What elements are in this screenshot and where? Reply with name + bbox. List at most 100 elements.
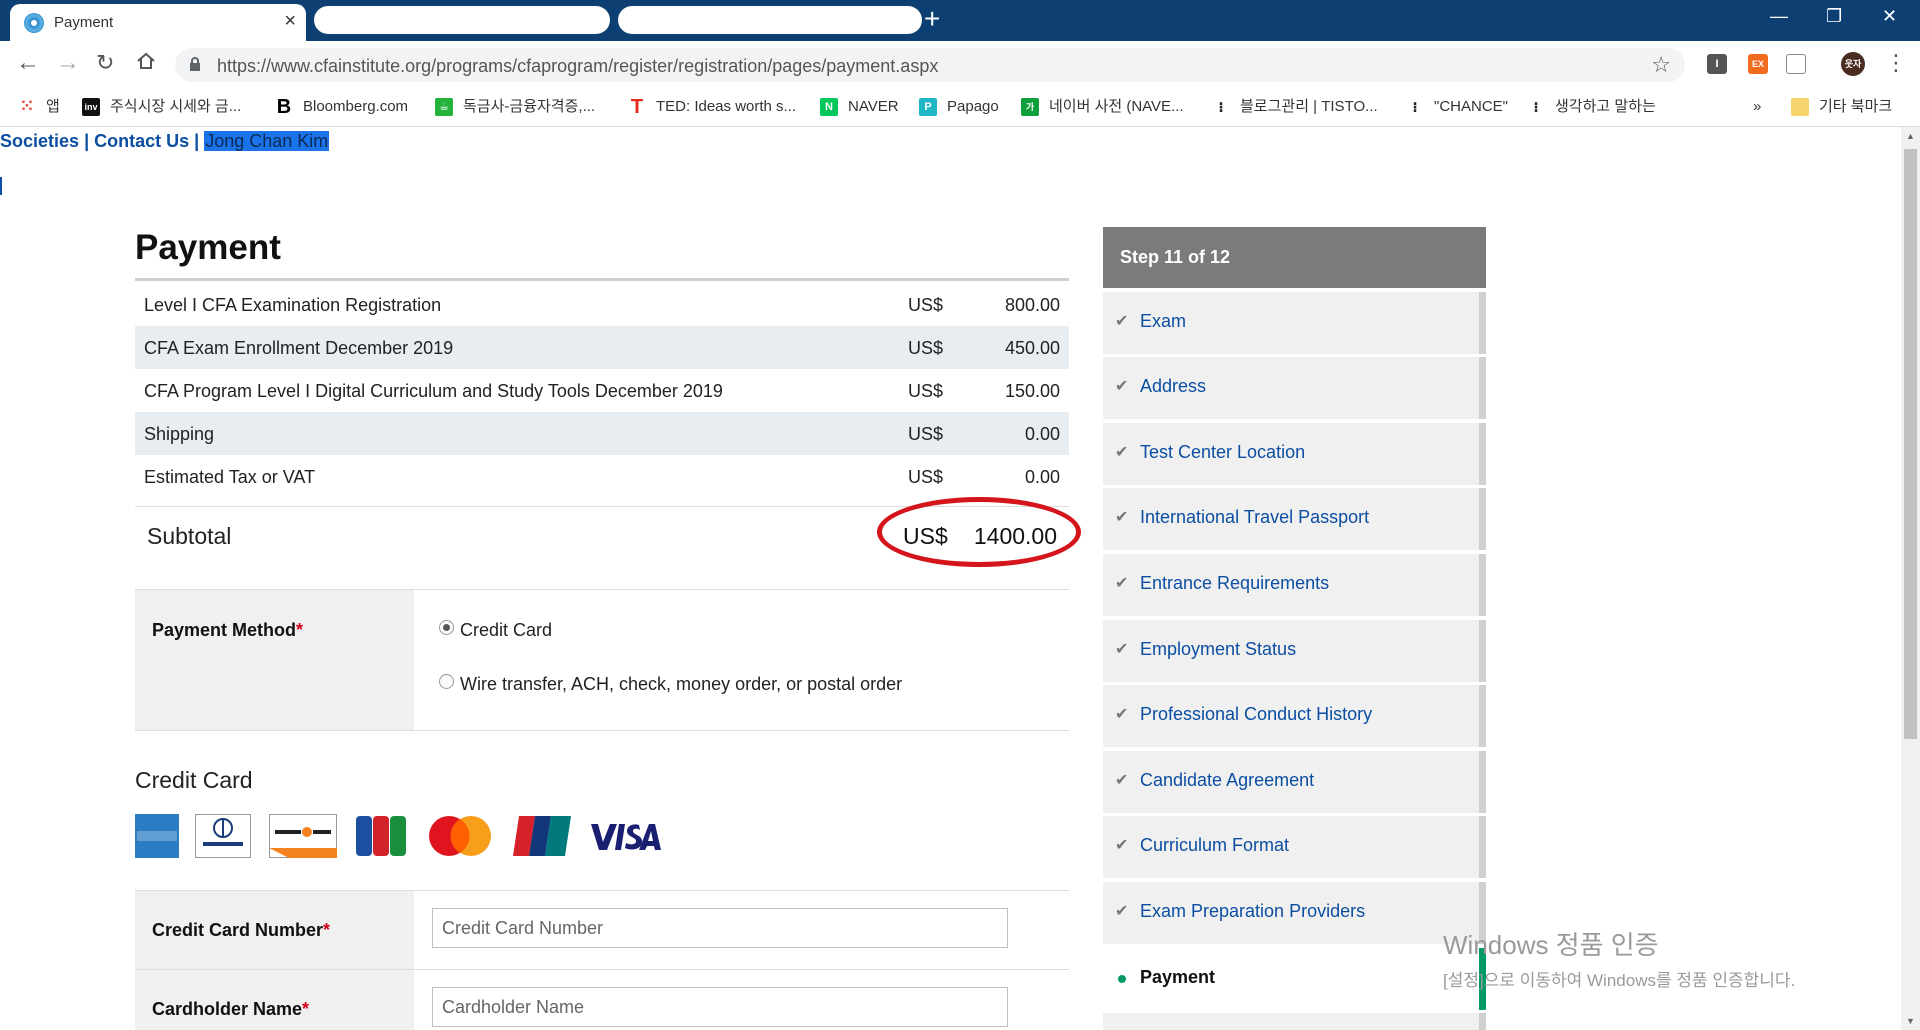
step-candidate-agreement[interactable]: ✔ Candidate Agreement — [1103, 750, 1486, 813]
new-tab-button[interactable]: + — [924, 4, 940, 34]
cardholder-name-label: Cardholder Name* — [152, 999, 310, 1019]
user-name-link[interactable]: Jong Chan Kim — [204, 131, 330, 151]
check-icon: ✔ — [1115, 574, 1129, 592]
menu-kebab-icon[interactable]: ⋮ — [1885, 51, 1907, 75]
tab-close-icon[interactable]: × — [284, 11, 296, 31]
step-label: Payment — [1140, 966, 1216, 987]
payment-method-label: Payment Method* — [152, 620, 304, 640]
close-window-button[interactable]: ✕ — [1882, 6, 1897, 27]
bookmarks-bar: ⁙ 앱 inv 주식시장 시세와 금... B Bloomberg.com ☕ 독금사-… — [0, 88, 1920, 127]
fee-amount: 0.00 — [1024, 424, 1060, 444]
step-exam[interactable]: ✔ Exam — [1103, 291, 1486, 354]
scroll-down-arrow-icon[interactable]: ▼ — [1906, 1016, 1915, 1026]
check-icon: ✔ — [1115, 509, 1129, 527]
check-icon: ✔ — [1115, 771, 1129, 789]
bookmark-other[interactable]: 기타 북마크 — [1791, 88, 1892, 126]
fee-description: CFA Program Level I Digital Curriculum a… — [144, 381, 723, 401]
home-icon[interactable] — [136, 51, 156, 76]
back-arrow-icon[interactable]: ← — [16, 51, 40, 75]
tistory-icon: ⁝ — [1412, 99, 1418, 116]
step-label: Curriculum Format — [1140, 835, 1290, 856]
check-icon: ✔ — [1115, 443, 1129, 461]
tistory-icon: ⁝ — [1218, 99, 1224, 116]
restore-button[interactable]: ❐ — [1826, 6, 1842, 27]
check-icon: ✔ — [1115, 378, 1129, 396]
step-entrance-requirements[interactable]: ✔ Entrance Requirements — [1103, 553, 1486, 616]
contact-us-link[interactable]: Contact Us — [94, 131, 189, 151]
steps-header: Step 11 of 12 — [1103, 227, 1486, 288]
nav-separator: | — [84, 131, 90, 151]
bookmarks-overflow-button[interactable]: » — [1753, 88, 1761, 126]
fee-description: Shipping — [144, 424, 215, 444]
step-label: Entrance Requirements — [1140, 572, 1330, 593]
bookmark-bloomberg[interactable]: B Bloomberg.com — [275, 88, 408, 126]
browser-toolbar: ← → ↻ https://www.cfainstitute.org/progr… — [0, 41, 1920, 88]
apps-grid-icon: ⁙ — [20, 98, 34, 116]
step-curriculum-format[interactable]: ✔ Curriculum Format — [1103, 816, 1486, 879]
step-professional-conduct-history[interactable]: ✔ Professional Conduct History — [1103, 685, 1486, 748]
fee-table: Level I CFA Examination Registration US$… — [135, 283, 1069, 498]
profile-avatar[interactable]: 웃자 — [1841, 52, 1865, 76]
naver-dictionary-icon: 가 — [1021, 98, 1039, 117]
step-test-center-location[interactable]: ✔ Test Center Location — [1103, 422, 1486, 485]
bookmark-star-icon[interactable]: ☆ — [1651, 52, 1671, 78]
step-label: Professional Conduct History — [1140, 704, 1373, 725]
bookmark-dokgeumsa[interactable]: ☕ 독금사-금융자격증,... — [435, 88, 595, 126]
extension-reader-icon[interactable]: I — [1707, 54, 1727, 74]
address-bar[interactable]: https://www.cfainstitute.org/programs/cf… — [175, 48, 1685, 82]
credit-card-radio[interactable]: Credit Card — [439, 620, 552, 641]
subtotal-label: Subtotal — [147, 523, 232, 549]
tab-redacted[interactable] — [314, 6, 610, 34]
bookmark-tistory[interactable]: ⁝ 블로그관리 | TISTO... — [1212, 88, 1377, 126]
bookmark-chance[interactable]: ⁝ "CHANCE" — [1406, 88, 1508, 126]
bookmark-investing[interactable]: inv 주식시장 시세와 금... — [82, 88, 241, 126]
scrollbar-thumb[interactable] — [1904, 149, 1917, 739]
bookmark-ted[interactable]: T TED: Ideas worth s... — [628, 88, 796, 126]
cfa-favicon-icon — [24, 13, 44, 33]
wire-transfer-radio[interactable]: Wire transfer, ACH, check, money order, … — [439, 674, 902, 695]
bookmark-naver-dictionary[interactable]: 가 네이버 사전 (NAVE... — [1021, 88, 1184, 126]
step-international-travel-passport[interactable]: ✔ International Travel Passport — [1103, 488, 1486, 551]
scroll-up-arrow-icon[interactable]: ▲ — [1906, 131, 1915, 141]
extension-ex-icon[interactable]: EX — [1748, 54, 1768, 74]
step-exam-preparation-providers[interactable]: ✔ Exam Preparation Providers — [1103, 881, 1486, 944]
cardholder-name-row: Cardholder Name* — [135, 969, 1069, 1030]
fee-amount: 800.00 — [1004, 295, 1060, 315]
page-scrollbar[interactable]: ▲ ▼ — [1901, 127, 1920, 1030]
step-label: International Travel Passport — [1140, 507, 1370, 528]
payment-method-section: Payment Method* Credit Card Wire transfe… — [135, 589, 1069, 731]
diners-club-logo-icon — [195, 814, 251, 858]
radio-unselected[interactable] — [439, 674, 454, 689]
required-mark: * — [296, 620, 304, 640]
minimize-button[interactable]: — — [1770, 6, 1788, 27]
step-payment-current[interactable]: Payment — [1103, 947, 1486, 1010]
fee-row: CFA Exam Enrollment December 2019 US$ 45… — [135, 326, 1069, 369]
cast-icon[interactable] — [1786, 54, 1806, 74]
amex-logo-icon — [135, 814, 179, 858]
unionpay-logo-icon — [513, 816, 571, 856]
registration-steps-sidebar: Step 11 of 12 ✔ Exam ✔ Address ✔ Test Ce… — [1103, 227, 1486, 1030]
step-label: Address — [1140, 376, 1207, 397]
step-address[interactable]: ✔ Address — [1103, 357, 1486, 420]
bookmark-naver[interactable]: N NAVER — [820, 88, 899, 126]
reload-icon[interactable]: ↻ — [96, 51, 114, 75]
card-number-input[interactable] — [432, 908, 1008, 948]
tab-payment[interactable]: Payment × — [10, 4, 306, 41]
forward-arrow-icon[interactable]: → — [56, 51, 80, 75]
societies-link[interactable]: Societies — [0, 131, 79, 151]
nav-separator: | — [194, 131, 200, 151]
fee-currency: US$ — [908, 424, 944, 444]
cardholder-name-input[interactable] — [432, 987, 1008, 1027]
check-icon: ✔ — [1115, 706, 1129, 724]
step-employment-status[interactable]: ✔ Employment Status — [1103, 619, 1486, 682]
bookmark-papago[interactable]: P Papago — [919, 88, 999, 126]
check-icon: ✔ — [1115, 837, 1129, 855]
step-next[interactable] — [1103, 1013, 1486, 1030]
tab-redacted[interactable] — [618, 6, 922, 34]
bookmark-apps[interactable]: ⁙ 앱 — [18, 88, 60, 126]
step-label: Candidate Agreement — [1140, 769, 1315, 790]
step-label: Exam — [1140, 310, 1187, 331]
radio-selected[interactable] — [439, 620, 454, 635]
browser-tab-strip: Payment × + — ❐ ✕ — [0, 0, 1920, 41]
bookmark-thinking[interactable]: ⁝ 생각하고 말하는 — [1527, 88, 1655, 126]
